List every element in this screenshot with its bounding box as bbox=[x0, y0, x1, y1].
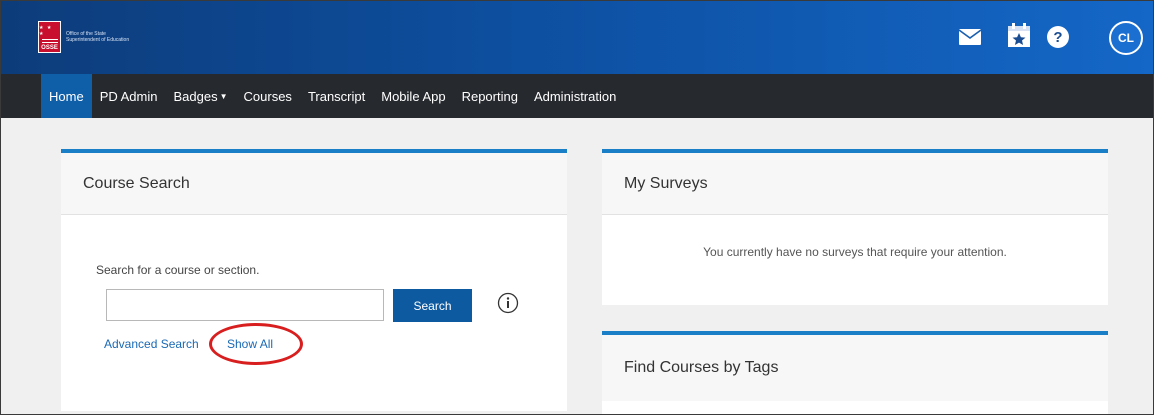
search-prompt: Search for a course or section. bbox=[96, 263, 260, 277]
search-button[interactable]: Search bbox=[393, 289, 472, 322]
nav-badges-label: Badges bbox=[173, 88, 218, 104]
logo-stars: ★ ★ ★ bbox=[39, 25, 53, 37]
my-surveys-title: My Surveys bbox=[602, 153, 1108, 215]
user-avatar[interactable]: CL bbox=[1109, 21, 1143, 55]
nav-pd-admin[interactable]: PD Admin bbox=[92, 74, 166, 118]
nav-badges[interactable]: Badges ▼ bbox=[166, 74, 236, 118]
nav-courses[interactable]: Courses bbox=[236, 74, 300, 118]
caret-down-icon: ▼ bbox=[219, 91, 228, 101]
main-nav: Home PD Admin Badges ▼ Courses Transcrip… bbox=[1, 74, 1153, 118]
mail-icon[interactable] bbox=[958, 29, 982, 50]
find-courses-title: Find Courses by Tags bbox=[602, 335, 1108, 401]
svg-text:?: ? bbox=[1053, 29, 1062, 46]
nav-reporting[interactable]: Reporting bbox=[454, 74, 526, 118]
nav-transcript[interactable]: Transcript bbox=[300, 74, 373, 118]
calendar-star-icon[interactable] bbox=[1008, 23, 1030, 52]
highlight-circle bbox=[209, 323, 303, 365]
nav-mobile-app[interactable]: Mobile App bbox=[373, 74, 453, 118]
logo-text: Office of the State Superintendent of Ed… bbox=[66, 31, 130, 43]
help-icon[interactable]: ? bbox=[1046, 25, 1070, 54]
top-header: ★ ★ ★ OSSE Office of the State Superinte… bbox=[1, 1, 1153, 74]
nav-home[interactable]: Home bbox=[41, 74, 92, 118]
info-icon[interactable] bbox=[497, 292, 519, 319]
my-surveys-panel: My Surveys You currently have no surveys… bbox=[602, 149, 1108, 305]
course-search-input[interactable] bbox=[106, 289, 384, 321]
osse-logo-mark: ★ ★ ★ OSSE bbox=[38, 21, 61, 53]
course-search-panel: Course Search Search for a course or sec… bbox=[61, 149, 567, 411]
logo-abbrev: OSSE bbox=[41, 45, 58, 51]
app-frame: ★ ★ ★ OSSE Office of the State Superinte… bbox=[0, 0, 1154, 415]
advanced-search-link[interactable]: Advanced Search bbox=[104, 337, 207, 351]
osse-logo[interactable]: ★ ★ ★ OSSE Office of the State Superinte… bbox=[38, 20, 136, 54]
find-courses-panel: Find Courses by Tags bbox=[602, 331, 1108, 414]
course-search-title: Course Search bbox=[61, 153, 567, 215]
surveys-empty-message: You currently have no surveys that requi… bbox=[703, 245, 1007, 259]
nav-administration[interactable]: Administration bbox=[526, 74, 624, 118]
